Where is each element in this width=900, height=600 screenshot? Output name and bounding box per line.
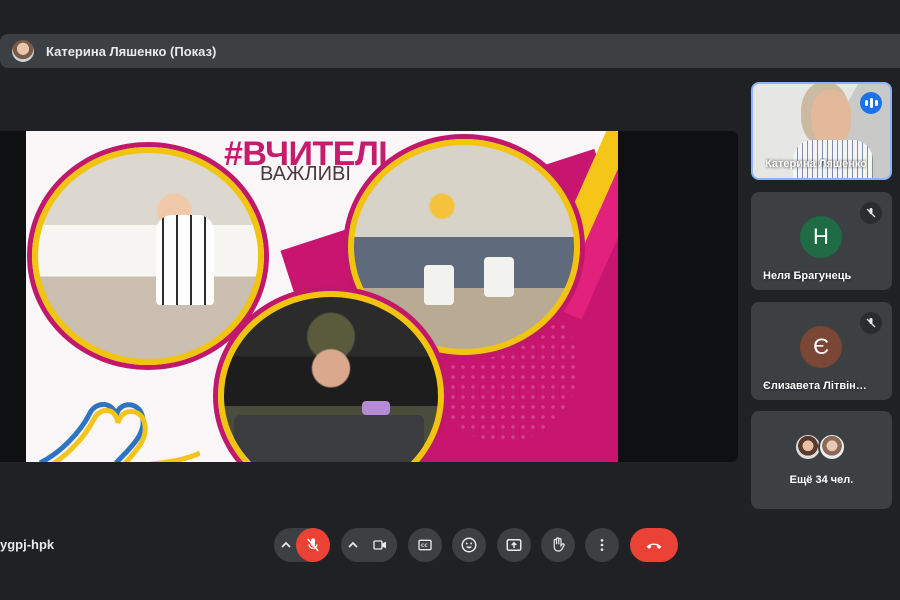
meeting-code: ygpj-hpk <box>0 537 55 552</box>
present-screen-icon <box>506 539 522 551</box>
mic-toggle-button[interactable] <box>296 528 330 562</box>
mic-off-icon <box>860 312 882 334</box>
slide-subtitle: ВАЖЛИВІ <box>260 163 351 185</box>
participant-video <box>811 90 851 146</box>
hand-icon <box>553 537 565 552</box>
mic-options-chevron-up-icon[interactable] <box>274 528 298 562</box>
svg-text:CC: CC <box>421 543 428 549</box>
presenter-label: Катерина Ляшенко (Показ) <box>46 43 217 59</box>
participant-name: Неля Брагунець <box>763 270 852 282</box>
participant-name: Єлизавета Літвін… <box>763 380 867 392</box>
avatar: Н <box>800 216 842 258</box>
presentation-slide: #ВЧИТЕЛІ ВАЖЛИВІ <box>26 131 618 462</box>
raise-hand-button[interactable] <box>541 528 575 562</box>
emoji-icon <box>461 537 477 553</box>
camera-toggle-button[interactable] <box>363 528 397 562</box>
avatar: Є <box>800 326 842 368</box>
participant-name: Катерина Ляшенко <box>765 158 867 170</box>
shared-screen: #ВЧИТЕЛІ ВАЖЛИВІ <box>0 131 738 462</box>
call-end-icon <box>646 543 662 549</box>
more-participants-tile[interactable]: Ещё 34 чел. <box>751 411 892 509</box>
mic-off-icon <box>860 202 882 224</box>
camera-icon <box>373 540 386 550</box>
avatar <box>818 433 846 461</box>
reactions-button[interactable] <box>452 528 486 562</box>
presenter-avatar <box>12 40 34 62</box>
participant-tile[interactable]: Є Єлизавета Літвін… <box>751 302 892 400</box>
more-options-button[interactable] <box>585 528 619 562</box>
participant-tile[interactable]: Катерина Ляшенко <box>751 82 892 180</box>
mic-off-icon <box>307 538 319 552</box>
speaking-indicator-icon <box>860 92 882 114</box>
more-vert-icon <box>600 539 604 551</box>
more-participants-label: Ещё 34 чел. <box>789 474 854 486</box>
slide-photo-teacher <box>32 147 264 365</box>
ribbon-heart-icon <box>38 402 200 462</box>
leave-call-button[interactable] <box>630 528 678 562</box>
captions-icon: CC <box>418 539 432 551</box>
participant-tile[interactable]: Н Неля Брагунець <box>751 192 892 290</box>
present-now-button[interactable] <box>497 528 531 562</box>
captions-button[interactable]: CC <box>408 528 442 562</box>
more-participants-avatars <box>794 433 846 461</box>
presenter-bar: Катерина Ляшенко (Показ) <box>0 34 900 68</box>
camera-options-chevron-up-icon[interactable] <box>341 528 365 562</box>
